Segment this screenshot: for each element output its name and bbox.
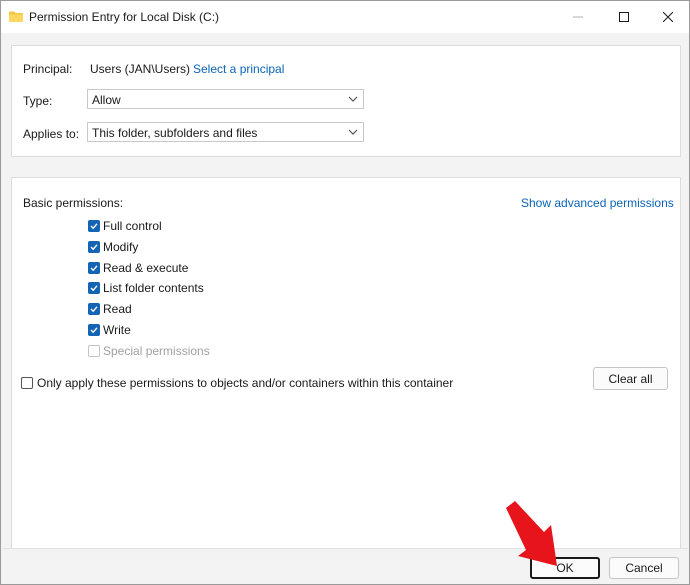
clear-all-button[interactable]: Clear all	[593, 367, 668, 390]
read-execute-label: Read & execute	[103, 261, 189, 275]
modify-label: Modify	[103, 240, 139, 254]
minimize-button[interactable]	[555, 1, 601, 33]
minimize-icon	[573, 16, 583, 18]
list-folder-contents-checkbox[interactable]	[88, 282, 100, 294]
window-title: Permission Entry for Local Disk (C:)	[29, 10, 220, 24]
checkmark-icon	[90, 265, 98, 272]
chevron-down-icon	[348, 96, 358, 102]
full-control-label: Full control	[103, 219, 162, 233]
show-advanced-permissions-link[interactable]: Show advanced permissions	[521, 196, 674, 210]
select-principal-link[interactable]: Select a principal	[193, 62, 284, 76]
principal-panel: Principal: Users (JAN\Users) Select a pr…	[11, 45, 681, 157]
special-permissions-label: Special permissions	[103, 344, 210, 358]
checkmark-icon	[90, 244, 98, 251]
modify-checkbox[interactable]	[88, 241, 100, 253]
type-label: Type:	[23, 94, 53, 108]
type-select-value: Allow	[92, 93, 121, 107]
footer-divider	[2, 548, 688, 549]
only-apply-label: Only apply these permissions to objects …	[37, 376, 454, 390]
chevron-down-icon	[348, 129, 358, 135]
applies-to-label: Applies to:	[23, 127, 80, 141]
principal-value: Users (JAN\Users)	[90, 62, 191, 76]
basic-permissions-label: Basic permissions:	[23, 196, 124, 210]
permissions-panel: Basic permissions: Show advanced permiss…	[11, 177, 681, 549]
maximize-button[interactable]	[601, 1, 647, 33]
permission-entry-window: Permission Entry for Local Disk (C:) Pri…	[0, 0, 690, 585]
folder-icon	[9, 11, 23, 22]
read-execute-checkbox[interactable]	[88, 262, 100, 274]
checkmark-icon	[90, 285, 98, 292]
close-icon	[663, 12, 673, 22]
cancel-button[interactable]: Cancel	[609, 557, 679, 579]
write-checkbox[interactable]	[88, 324, 100, 336]
checkmark-icon	[90, 306, 98, 313]
title-bar: Permission Entry for Local Disk (C:)	[1, 1, 689, 33]
list-folder-contents-label: List folder contents	[103, 281, 204, 295]
full-control-checkbox[interactable]	[88, 220, 100, 232]
only-apply-checkbox[interactable]	[21, 377, 33, 389]
write-label: Write	[103, 323, 131, 337]
checkmark-icon	[90, 223, 98, 230]
read-label: Read	[103, 302, 132, 316]
close-button[interactable]	[645, 1, 690, 33]
applies-to-select-value: This folder, subfolders and files	[92, 126, 258, 140]
special-permissions-checkbox	[88, 345, 100, 357]
read-checkbox[interactable]	[88, 303, 100, 315]
checkmark-icon	[90, 327, 98, 334]
type-select[interactable]: Allow	[87, 89, 364, 109]
annotation-arrow-icon	[506, 501, 557, 566]
applies-to-select[interactable]: This folder, subfolders and files	[87, 122, 364, 142]
maximize-icon	[619, 12, 629, 22]
principal-label: Principal:	[23, 62, 73, 76]
